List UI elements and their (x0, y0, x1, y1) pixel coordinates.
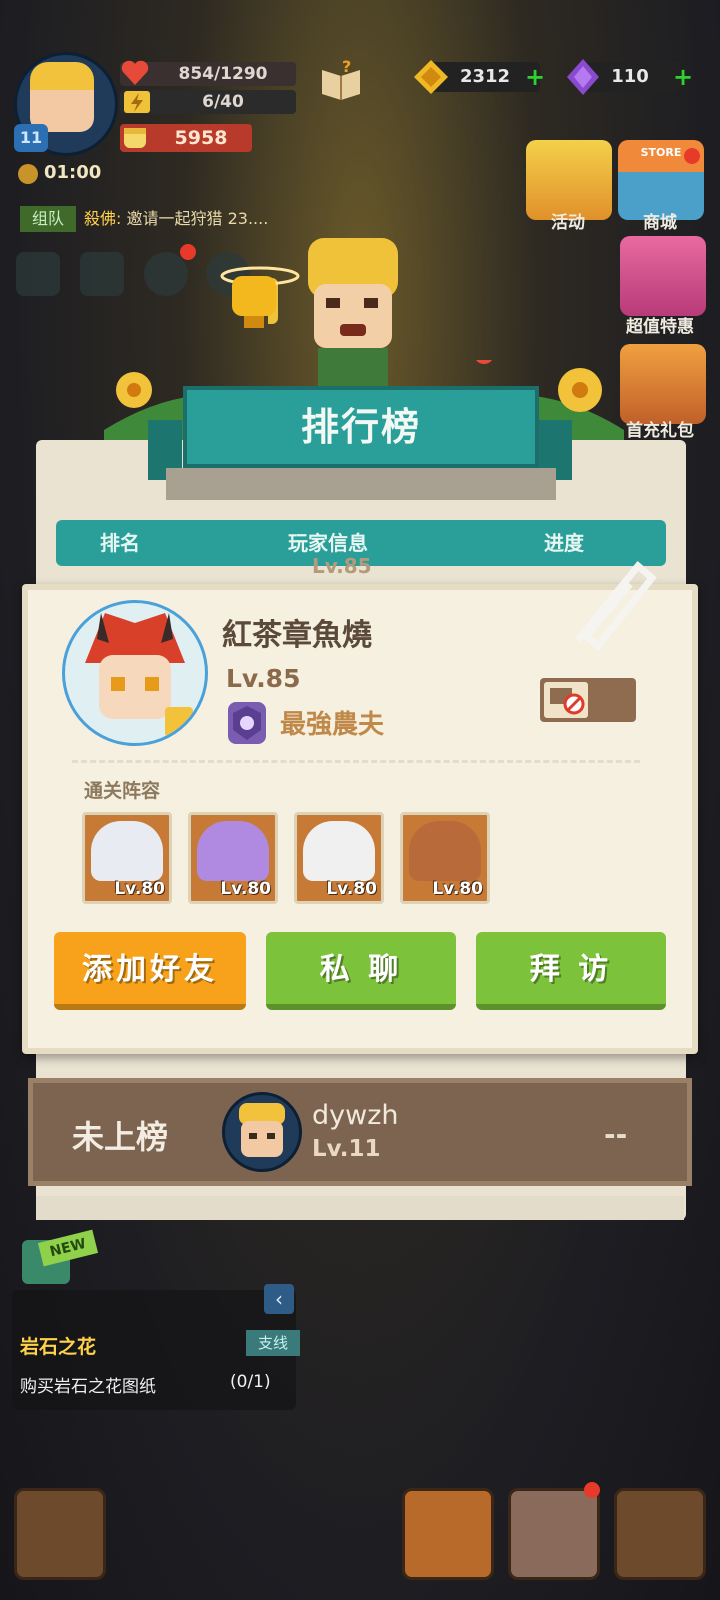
quest-name: 岩石之花 (20, 1336, 97, 1358)
chat-message[interactable]: 殺佛: 邀请一起狩猎 23.... (84, 206, 268, 232)
column-rank: 排名 (100, 531, 140, 555)
player-detail-avatar (62, 600, 208, 746)
player-name: 紅茶章魚燒 (222, 618, 372, 653)
title-shield-icon (228, 702, 266, 744)
peek-row-level: Lv.85 (312, 554, 372, 578)
timer: 01:00 (44, 162, 102, 183)
clock-icon (18, 164, 38, 184)
chat-icon[interactable] (144, 252, 188, 296)
lightning-icon (122, 88, 152, 116)
expand-icon[interactable] (16, 252, 60, 296)
lineup-hero-art (197, 821, 269, 881)
value-deals-label: 超值特惠 (626, 317, 694, 337)
self-progress: -- (604, 1118, 628, 1151)
self-rank: 未上榜 (72, 1118, 169, 1156)
first-recharge-label: 首充礼包 (626, 421, 694, 441)
quest-count: (0/1) (230, 1372, 271, 1392)
player-level: Lv.85 (226, 664, 301, 693)
player-level-badge: 11 (14, 124, 48, 152)
self-name: dywzh (312, 1100, 399, 1131)
pets-icon[interactable] (508, 1488, 600, 1580)
mail-icon[interactable] (80, 252, 124, 296)
collapse-quest-button[interactable]: ‹ (264, 1284, 294, 1314)
chat-text: 邀请一起狩猎 23.... (126, 209, 269, 228)
trophy-icon (200, 262, 300, 332)
chat-notification-dot (180, 244, 196, 260)
lineup-hero-art (303, 821, 375, 881)
fist-icon (118, 120, 152, 154)
heart-icon (120, 58, 150, 88)
lineup-hero-card[interactable]: Lv.80 (294, 812, 384, 904)
first-recharge-icon[interactable] (620, 344, 706, 424)
hero-roster-icon[interactable] (402, 1488, 494, 1580)
svg-text:?: ? (342, 57, 351, 76)
shop-label: 商城 (643, 213, 677, 233)
leaderboard-title: 排行榜 (183, 386, 539, 468)
lineup-hero-level: Lv.80 (114, 879, 165, 899)
lineup-hero-card[interactable]: Lv.80 (188, 812, 278, 904)
private-chat-button[interactable]: 私 聊 (266, 932, 456, 1010)
quest-book-icon[interactable]: ? (318, 56, 364, 100)
gem-icon (566, 58, 600, 96)
lineup-hero-art (91, 821, 163, 881)
gold-coin-icon (412, 58, 450, 96)
paperclip-icon (568, 556, 664, 656)
player-avatar-face (30, 62, 94, 132)
quest-tag: 支线 (246, 1330, 300, 1356)
self-level: Lv.11 (312, 1136, 381, 1162)
player-title: 最強農夫 (280, 710, 385, 740)
lineup-hero-level: Lv.80 (220, 879, 271, 899)
add-gold-button[interactable]: + (524, 65, 546, 89)
lineup-hero-card[interactable]: Lv.80 (400, 812, 490, 904)
banner-shadow (166, 468, 556, 500)
chat-sender: 殺佛: (84, 209, 122, 228)
quest-description: 购买岩石之花图纸 (20, 1377, 156, 1397)
lineup-hero-level: Lv.80 (326, 879, 377, 899)
lineup-hero-art (409, 821, 481, 881)
lineup-hero-level: Lv.80 (432, 879, 483, 899)
visit-button[interactable]: 拜 访 (476, 932, 666, 1010)
build-hammer-icon[interactable] (14, 1488, 106, 1580)
chat-channel-tag: 组队 (20, 206, 76, 232)
lineup-label: 通关阵容 (84, 780, 161, 802)
board-footer (36, 1196, 684, 1220)
lineup-hero-card[interactable]: Lv.80 (82, 812, 172, 904)
add-gem-button[interactable]: + (672, 65, 694, 89)
activity-label: 活动 (551, 213, 585, 233)
self-avatar (222, 1092, 302, 1172)
card-divider (72, 760, 640, 763)
shop-notification-dot (684, 148, 700, 164)
value-deals-icon[interactable] (620, 236, 706, 316)
report-icon (544, 682, 588, 718)
backpack-icon[interactable] (614, 1488, 706, 1580)
add-friend-button[interactable]: 添加好友 (54, 932, 246, 1010)
pets-notification-dot (584, 1482, 600, 1498)
